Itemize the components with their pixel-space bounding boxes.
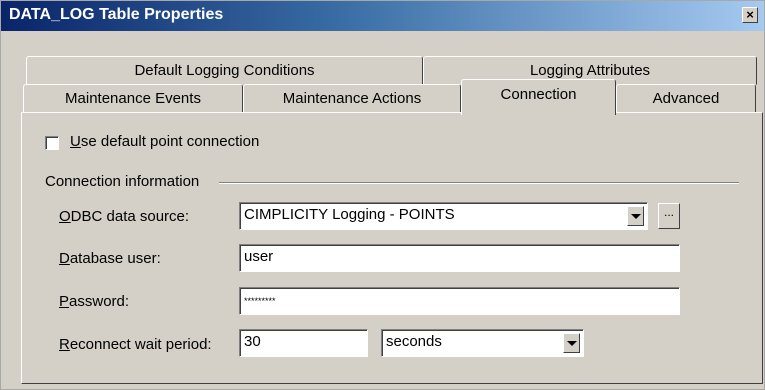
odbc-data-source-value: CIMPLICITY Logging - POINTS — [244, 206, 455, 223]
tab-advanced[interactable]: Advanced — [616, 84, 756, 113]
database-user-label: Database user: — [59, 250, 161, 267]
reconnect-unit-select[interactable]: seconds — [381, 329, 584, 357]
chevron-down-icon[interactable] — [627, 206, 644, 226]
reconnect-unit-value: seconds — [386, 333, 442, 350]
tab-connection[interactable]: Connection — [461, 79, 616, 115]
connection-panel: Use default point connection Connection … — [21, 112, 763, 384]
tab-maintenance-events[interactable]: Maintenance Events — [23, 84, 243, 113]
use-default-connection-label[interactable]: Use default point connection — [70, 133, 259, 150]
connection-info-group-title: Connection information — [45, 173, 200, 190]
group-divider — [219, 182, 739, 184]
tab-default-logging-conditions[interactable]: Default Logging Conditions — [26, 56, 423, 85]
reconnect-wait-period-input[interactable]: 30 — [239, 329, 368, 357]
database-user-input[interactable]: user — [239, 244, 680, 272]
close-button[interactable]: × — [742, 7, 758, 23]
window-title: DATA_LOG Table Properties — [9, 6, 224, 23]
reconnect-wait-period-label: Reconnect wait period: — [59, 336, 212, 353]
password-label: Password: — [59, 293, 130, 310]
dialog-window: DATA_LOG Table Properties × Default Logg… — [0, 0, 765, 390]
browse-button[interactable]: ... — [658, 203, 680, 229]
chevron-down-icon[interactable] — [563, 333, 580, 353]
odbc-data-source-label: ODBC data source: — [59, 208, 190, 225]
password-input[interactable]: ********* — [239, 287, 680, 315]
tab-maintenance-actions[interactable]: Maintenance Actions — [243, 84, 461, 113]
use-default-connection-checkbox[interactable] — [45, 136, 59, 150]
odbc-data-source-select[interactable]: CIMPLICITY Logging - POINTS — [239, 202, 648, 230]
title-bar[interactable]: DATA_LOG Table Properties × — [1, 1, 764, 31]
